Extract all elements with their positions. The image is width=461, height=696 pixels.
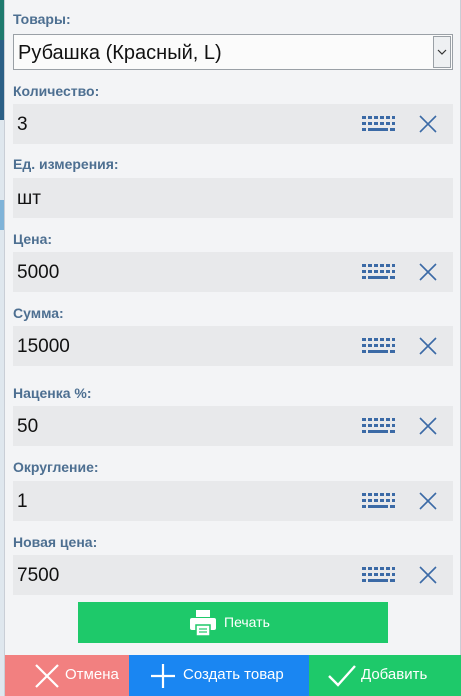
print-button[interactable]: Печать (78, 602, 388, 643)
keyboard-icon[interactable] (361, 416, 395, 436)
unit-value: шт (17, 188, 41, 209)
new-price-label: Новая цена: (13, 534, 98, 550)
sum-field[interactable]: 15000 (13, 326, 453, 366)
print-button-label: Печать (224, 614, 270, 630)
sum-value: 15000 (17, 336, 70, 357)
sum-label: Сумма: (13, 305, 64, 321)
chevron-down-icon[interactable] (433, 36, 451, 68)
product-label: Товары: (13, 11, 71, 27)
cancel-button-label: Отмена (65, 666, 119, 683)
new-price-field[interactable]: 7500 (13, 555, 453, 595)
add-button-label: Добавить (361, 666, 428, 683)
close-icon[interactable] (419, 566, 437, 584)
rounding-field[interactable]: 1 (13, 481, 453, 521)
close-icon[interactable] (419, 417, 437, 435)
quantity-label: Количество: (13, 83, 100, 99)
close-icon[interactable] (419, 337, 437, 355)
printer-icon (190, 610, 216, 637)
close-icon[interactable] (419, 492, 437, 510)
close-icon (35, 664, 59, 688)
markup-label: Наценка %: (13, 385, 92, 401)
checkmark-icon (328, 665, 356, 687)
product-select-value: Рубашка (Красный, L) (18, 42, 222, 64)
keyboard-icon[interactable] (361, 565, 395, 585)
quantity-value: 3 (17, 114, 28, 135)
add-button[interactable]: Добавить (309, 655, 461, 696)
markup-field[interactable]: 50 (13, 406, 453, 446)
quantity-field[interactable]: 3 (13, 104, 453, 144)
keyboard-icon[interactable] (361, 491, 395, 511)
create-product-button-label: Создать товар (183, 666, 284, 683)
keyboard-icon[interactable] (361, 336, 395, 356)
dialog-footer: Отмена Создать товар Добавить (5, 655, 461, 696)
product-select[interactable]: Рубашка (Красный, L) (13, 34, 453, 70)
cancel-button[interactable]: Отмена (5, 655, 129, 696)
add-product-dialog: Товары: Рубашка (Красный, L) Количество:… (4, 0, 461, 696)
rounding-label: Округление: (13, 459, 99, 475)
create-product-button[interactable]: Создать товар (129, 655, 309, 696)
markup-value: 50 (17, 416, 39, 437)
plus-icon (151, 664, 175, 688)
keyboard-icon[interactable] (361, 262, 395, 282)
new-price-value: 7500 (17, 565, 60, 586)
price-value: 5000 (17, 262, 60, 283)
close-icon[interactable] (419, 115, 437, 133)
close-icon[interactable] (419, 263, 437, 281)
unit-field[interactable]: шт (13, 178, 453, 218)
price-field[interactable]: 5000 (13, 252, 453, 292)
price-label: Цена: (13, 231, 53, 247)
rounding-value: 1 (17, 491, 28, 512)
unit-label: Ед. измерения: (13, 156, 119, 172)
keyboard-icon[interactable] (361, 114, 395, 134)
